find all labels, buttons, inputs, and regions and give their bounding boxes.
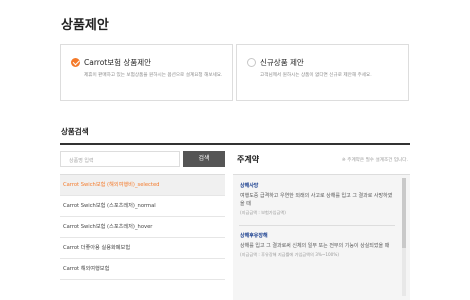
detail-title: 주계약 [237,155,260,164]
product-list-item[interactable]: Carrot Swich보험 (스포츠레저)_hover [60,217,225,238]
product-list-item[interactable]: Carrot 해외여행보험 [60,259,225,280]
option-title: Carrot보험 상품제안 [84,58,152,67]
coverage-item: 상해사망 여행도중 급격하고 우연한 외래의 사고로 상해를 입고 그 결과로 … [240,182,395,216]
option-title: 신규상품 제안 [260,58,304,67]
product-list-item[interactable]: Carrot 더좋아용 실용화폐보험 [60,238,225,259]
option-card-carrot-product[interactable]: Carrot보험 상품제안 제휴이 판매하고 있는 보험상품을 원하시는 옵션으… [60,44,233,101]
section-title-product-search: 상품검색 [61,127,89,136]
check-circle-icon[interactable] [71,58,80,67]
detail-note: ※ 주계약은 필수 설계조건 입니다. [341,158,408,163]
coverage-divider [239,225,395,226]
coverage-description: 여행도중 급격하고 우연한 외래의 사고로 상해를 입고 그 결과로 사망하였을… [240,193,393,207]
option-description: 제휴이 판매하고 있는 보험상품을 원하시는 옵션으로 설계요청 해보세요. [84,73,223,78]
radio-empty-icon[interactable] [247,58,256,67]
coverage-name: 상해사망 [240,183,259,189]
coverage-item: 상해후유장해 상해를 입고 그 결과로써 신체의 일부 또는 전부의 기능이 상… [240,232,395,258]
product-list-item[interactable]: Carrot Swich보험 (스포츠레저)_normal [60,196,225,217]
section-divider [60,143,410,145]
coverage-name: 상해후유장해 [240,233,268,239]
product-list-item[interactable]: Carrot Swich보험 (해외여행비)_selected [60,175,225,196]
detail-scrollbar[interactable] [402,178,406,296]
coverage-detail-panel: 상해사망 여행도중 급격하고 우연한 외래의 사고로 상해를 입고 그 결과로 … [233,174,410,300]
scrollbar-thumb[interactable] [402,178,406,248]
coverage-payout: (지급금액 : 후유장해 지급률에 가입금액의 3%~100%) [240,252,339,257]
product-search-input[interactable]: 상품명 입력 [60,151,180,167]
search-button[interactable]: 검색 [183,151,225,167]
product-list: Carrot Swich보험 (해외여행비)_selected Carrot S… [60,174,225,300]
coverage-description: 상해를 입고 그 결과로써 신체의 일부 또는 전부의 기능이 상실되었을 때 [240,243,390,249]
option-description: 고객님께서 원하시는 상품이 없다면 신규로 제안해 주세요. [260,73,372,78]
page-title: 상품제안 [61,18,109,33]
option-card-new-product[interactable]: 신규상품 제안 고객님께서 원하시는 상품이 없다면 신규로 제안해 주세요. [236,44,409,101]
coverage-payout: (지급금액 : 보험가입금액) [240,210,286,215]
